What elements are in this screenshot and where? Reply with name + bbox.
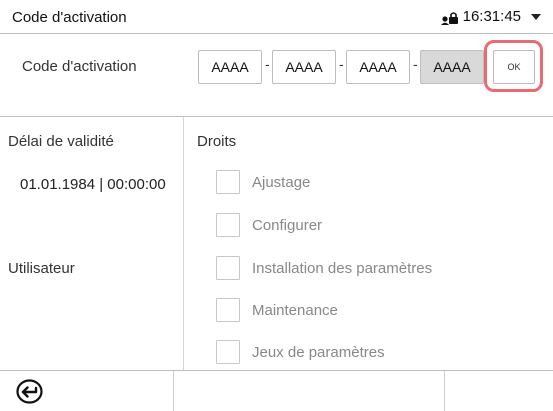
right-label: Jeux de paramètres	[252, 343, 385, 361]
right-label: Ajustage	[252, 173, 311, 191]
code-separator: -	[339, 56, 344, 72]
bottom-bar-separator	[173, 371, 174, 411]
back-button[interactable]	[16, 379, 43, 404]
page-title: Code d'activation	[12, 9, 127, 26]
checkbox[interactable]	[216, 213, 240, 237]
column-divider	[183, 117, 184, 370]
dropdown-arrow-icon[interactable]	[531, 13, 541, 20]
activation-code-label: Code d'activation	[22, 58, 137, 75]
right-label: Maintenance	[252, 301, 338, 319]
bottom-bar-separator	[444, 371, 445, 411]
checkbox[interactable]	[216, 298, 240, 322]
status-area[interactable]: 16:31:45	[440, 8, 541, 25]
title-bar: Code d'activation 16:31:45	[0, 0, 553, 34]
rights-heading: Droits	[197, 133, 237, 150]
code-field-4[interactable]: AAAA	[420, 50, 484, 84]
validity-value: 01.01.1984 | 00:00:00	[20, 176, 166, 193]
code-field-2[interactable]: AAAA	[272, 50, 336, 84]
right-item-installation-parametres[interactable]: Installation des paramètres	[216, 256, 432, 280]
user-label: Utilisateur	[8, 260, 75, 277]
code-field-3[interactable]: AAAA	[346, 50, 410, 84]
right-item-jeux-parametres[interactable]: Jeux de paramètres	[216, 340, 385, 364]
ok-button[interactable]: OK	[493, 50, 535, 84]
right-label: Configurer	[252, 216, 323, 234]
right-label: Installation des paramètres	[252, 259, 433, 277]
section-divider	[0, 116, 553, 117]
right-item-configurer[interactable]: Configurer	[216, 213, 322, 237]
code-field-1[interactable]: AAAA	[198, 50, 262, 84]
right-item-ajustage[interactable]: Ajustage	[216, 170, 310, 194]
user-lock-icon	[440, 9, 459, 25]
bottom-bar	[0, 370, 553, 411]
validity-label: Délai de validité	[8, 133, 114, 150]
checkbox[interactable]	[216, 170, 240, 194]
code-separator: -	[413, 56, 418, 72]
activation-code-screen: Code d'activation 16:31:45 Code d'activa…	[0, 0, 553, 411]
clock-time: 16:31:45	[462, 8, 521, 25]
right-item-maintenance[interactable]: Maintenance	[216, 298, 338, 322]
checkbox[interactable]	[216, 256, 240, 280]
code-separator: -	[265, 56, 270, 72]
back-arrow-circle-icon	[16, 379, 43, 404]
activation-code-row: Code d'activation AAAA - AAAA - AAAA - A…	[0, 35, 553, 115]
checkbox[interactable]	[216, 340, 240, 364]
